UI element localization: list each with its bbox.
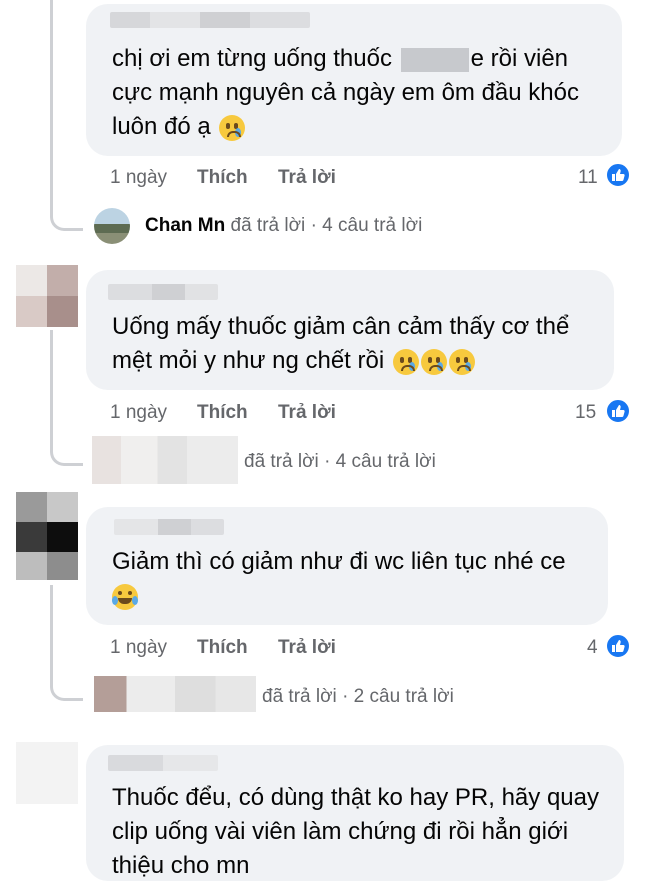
commenter-name-blurred[interactable] [108,284,218,300]
comment-text-part: Thuốc đểu, có dùng thật ko hay PR, hãy q… [112,784,599,879]
comment-actions: 1 ngày Thích Trả lời [110,167,410,191]
like-button[interactable]: Thích [197,167,248,189]
thread-line [50,585,53,665]
commenter-name-blurred[interactable] [108,755,218,771]
comment-actions: 1 ngày Thích Trả lời [110,637,410,661]
commenter-avatar-blurred[interactable] [16,742,78,804]
reaction-count[interactable]: 11 [578,167,598,189]
separator: · [310,215,317,236]
reply-count[interactable]: 4 câu trả lời [336,451,436,472]
replied-text: đã trả lời [230,215,306,236]
replier-avatar[interactable] [94,208,130,244]
replied-text: đã trả lời [262,686,337,707]
view-replies-link[interactable]: Chan Mn đã trả lời · 4 câu trả lời [145,215,422,237]
like-reaction-icon[interactable] [605,633,631,659]
reply-button[interactable]: Trả lời [278,402,336,424]
reply-count[interactable]: 4 câu trả lời [322,215,422,236]
replied-text: đã trả lời [244,451,319,472]
comment-bubble: Thuốc đểu, có dùng thật ko hay PR, hãy q… [86,745,624,881]
like-reaction-icon[interactable] [605,398,631,424]
separator: · [342,686,349,707]
thread-line [50,330,53,430]
comment-text: Uống mấy thuốc giảm cân cảm thấy cơ thể … [112,310,596,378]
comment-bubble: Giảm thì có giảm như đi wc liên tục nhé … [86,507,608,625]
commenter-avatar-blurred[interactable] [16,492,78,580]
commenter-avatar-blurred[interactable] [16,265,78,327]
like-button[interactable]: Thích [197,637,248,659]
reply-count[interactable]: 2 câu trả lời [354,686,454,707]
view-replies-link[interactable]: đã trả lời · 4 câu trả lời [244,451,436,473]
comment-text: Giảm thì có giảm như đi wc liên tục nhé … [112,545,590,613]
reaction-count[interactable]: 4 [587,637,598,659]
thread-line [50,0,53,195]
redacted-text [400,47,469,72]
replier-name-blurred[interactable] [94,676,256,712]
comment-time[interactable]: 1 ngày [110,167,167,189]
like-button[interactable]: Thích [197,402,248,424]
replier-name[interactable]: Chan Mn [145,215,225,236]
crying-face-icon [219,114,246,141]
crying-face-icon [392,348,419,375]
crying-face-icon [420,348,447,375]
reaction-count[interactable]: 15 [575,402,596,424]
comment-bubble: Uống mấy thuốc giảm cân cảm thấy cơ thể … [86,270,614,390]
comment-bubble: chị ơi em từng uống thuốc e rồi viên cực… [86,4,622,156]
reply-connector [50,190,83,231]
comment-time[interactable]: 1 ngày [110,402,167,424]
view-replies-link[interactable]: đã trả lời · 2 câu trả lời [262,686,454,708]
comment-time[interactable]: 1 ngày [110,637,167,659]
crying-face-icon [448,348,475,375]
replier-name-blurred[interactable] [92,436,238,484]
separator: · [324,451,331,472]
comment-text: Thuốc đểu, có dùng thật ko hay PR, hãy q… [112,781,606,883]
commenter-name-blurred[interactable] [110,12,310,28]
comment-text-part: Uống mấy thuốc giảm cân cảm thấy cơ thể … [112,313,570,374]
comment-text-part: Giảm thì có giảm như đi wc liên tục nhé … [112,548,566,575]
comment-text: chị ơi em từng uống thuốc e rồi viên cực… [112,42,604,144]
commenter-name-blurred[interactable] [114,519,224,535]
reply-connector [50,425,83,466]
reply-connector [50,660,83,701]
like-reaction-icon[interactable] [605,162,631,188]
reply-button[interactable]: Trả lời [278,637,336,659]
reply-button[interactable]: Trả lời [278,167,336,189]
laughing-tears-face-icon [112,583,138,610]
comment-actions: 1 ngày Thích Trả lời [110,402,410,426]
comment-text-part: chị ơi em từng uống thuốc [112,45,392,72]
